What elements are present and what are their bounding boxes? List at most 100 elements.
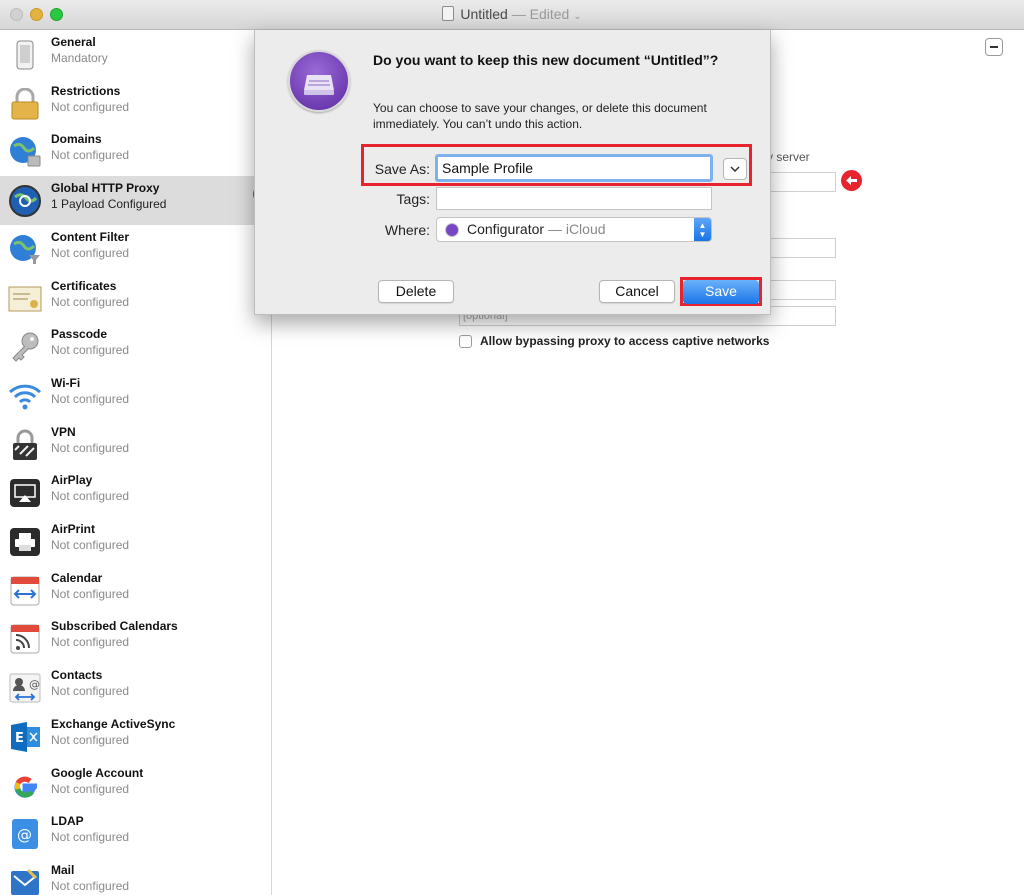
sidebar-item-title: Wi-Fi (51, 375, 81, 390)
key-icon (8, 330, 42, 364)
sidebar-item-calendar[interactable]: Calendar Not configured (0, 566, 271, 615)
error-arrow-icon (841, 170, 862, 191)
svg-text:@: @ (29, 678, 40, 691)
bypass-captive-checkbox[interactable] (459, 334, 472, 348)
apple-configurator-icon (288, 50, 350, 112)
svg-text:E: E (15, 731, 24, 746)
sidebar-item-subtitle: Not configured (51, 781, 130, 796)
sidebar-item-global-http-proxy[interactable]: Global HTTP Proxy 1 Payload Configured (0, 176, 271, 225)
save-as-label: Save As: (374, 161, 430, 177)
sidebar-item-restrictions[interactable]: Restrictions Not configured (0, 79, 271, 128)
sidebar-item-subtitle: Not configured (51, 391, 130, 406)
proxy-port-field[interactable] (761, 238, 836, 258)
vpn-lock-icon (8, 428, 42, 462)
globe-lock-icon (8, 135, 42, 169)
sidebar-item-subtitle: Not configured (51, 732, 130, 747)
subscribed-calendar-icon (8, 622, 42, 656)
delete-button[interactable]: Delete (378, 280, 454, 303)
svg-text:@: @ (17, 826, 32, 844)
where-label: Where: (384, 222, 430, 238)
mail-icon (8, 866, 42, 895)
where-folder-name: Configurator (467, 221, 545, 237)
sidebar-item-subtitle: Not configured (51, 148, 130, 163)
where-select[interactable]: Configurator — iCloud ▲ ▼ (436, 217, 712, 242)
sidebar-item-airprint[interactable]: AirPrint Not configured (0, 517, 271, 566)
sidebar-item-subtitle: Not configured (51, 343, 130, 358)
certificate-icon (8, 282, 42, 316)
save-button[interactable]: Save (683, 280, 759, 304)
printer-icon (8, 525, 42, 559)
sidebar-item-passcode[interactable]: Passcode Not configured (0, 322, 271, 371)
sidebar-item-title: VPN (51, 424, 76, 439)
where-separator: — (547, 221, 562, 237)
sidebar-item-content-filter[interactable]: Content Filter Not configured (0, 225, 271, 274)
chevron-down-icon (730, 166, 740, 172)
window-title-status: Edited (529, 6, 570, 22)
configurator-folder-icon (445, 223, 459, 237)
sidebar-item-domains[interactable]: Domains Not configured (0, 127, 271, 176)
sidebar-item-title: Content Filter (51, 229, 129, 244)
globe-filter-icon (8, 233, 42, 267)
sidebar-item-subtitle: Not configured (51, 440, 130, 455)
remove-payload-button[interactable] (985, 38, 1003, 56)
sidebar-item-title: Exchange ActiveSync (51, 716, 176, 731)
sidebar-item-airplay[interactable]: AirPlay Not configured (0, 468, 271, 517)
sidebar-item-title: LDAP (51, 814, 84, 829)
sidebar-item-title: Passcode (51, 327, 108, 342)
sidebar-item-title: Mail (51, 862, 75, 877)
ldap-icon: @ (8, 817, 42, 851)
google-icon (8, 769, 42, 803)
sidebar-item-subscribed-calendars[interactable]: Subscribed Calendars Not configured (0, 614, 271, 663)
where-location: iCloud (565, 221, 606, 237)
sidebar-item-subtitle: Not configured (51, 684, 130, 699)
minus-icon (990, 46, 998, 48)
sidebar-item-title: AirPlay (51, 473, 93, 488)
tags-label: Tags: (396, 191, 430, 207)
sidebar-item-ldap[interactable]: @ LDAP Not configured (0, 809, 271, 858)
bypass-captive-row[interactable]: Allow bypassing proxy to access captive … (459, 334, 769, 348)
sidebar-item-title: AirPrint (51, 522, 96, 536)
sidebar-item-mail[interactable]: Mail Not configured (0, 858, 271, 895)
sidebar-item-subtitle: Not configured (51, 489, 130, 504)
sidebar-item-subtitle: Not configured (51, 830, 130, 845)
sidebar-item-title: Global HTTP Proxy (51, 181, 160, 196)
save-as-input[interactable]: Sample Profile (435, 154, 713, 182)
proxy-username-field[interactable] (761, 280, 836, 300)
sidebar-item-certificates[interactable]: Certificates Not configured (0, 274, 271, 323)
exchange-icon: E (8, 720, 42, 754)
select-arrows-icon: ▲ ▼ (694, 218, 711, 241)
title-bar: Untitled — Edited ⌄ (0, 0, 1024, 30)
sidebar-item-title: General (51, 35, 96, 49)
sidebar-item-vpn[interactable]: VPN Not configured (0, 420, 271, 469)
globe-proxy-icon (8, 184, 42, 218)
cancel-button[interactable]: Cancel (599, 280, 675, 303)
sidebar-item-title: Contacts (51, 668, 103, 683)
sidebar-item-general[interactable]: General Mandatory (0, 30, 271, 79)
bypass-captive-label: Allow bypassing proxy to access captive … (480, 334, 770, 348)
sidebar-item-subtitle: Not configured (51, 245, 130, 260)
window-title-separator: — (511, 6, 526, 22)
sidebar-item-exchange-activesync[interactable]: E Exchange ActiveSync Not configured (0, 712, 271, 761)
sidebar-item-contacts[interactable]: @ Contacts Not configured (0, 663, 271, 712)
sidebar-item-wifi[interactable]: Wi-Fi Not configured (0, 371, 271, 420)
chevron-down-icon: ⌄ (573, 11, 582, 22)
sidebar-item-subtitle: Not configured (51, 635, 130, 650)
lock-icon (8, 87, 42, 121)
sidebar-item-title: Google Account (51, 765, 144, 780)
sidebar-item-subtitle: Not configured (51, 878, 130, 893)
sidebar-item-subtitle: 1 Payload Configured (51, 197, 167, 212)
general-icon (8, 38, 42, 72)
sidebar-item-subtitle: Not configured (51, 294, 130, 309)
dialog-message: You can choose to save your changes, or … (373, 101, 707, 131)
sidebar-item-title: Restrictions (51, 83, 121, 98)
sidebar-item-subtitle: Not configured (51, 586, 130, 601)
proxy-server-field[interactable] (761, 172, 836, 192)
sidebar-item-subtitle: Not configured (51, 538, 130, 552)
sidebar-item-title: Subscribed Calendars (51, 619, 178, 634)
expand-dialog-button[interactable] (723, 158, 747, 180)
window-title-group[interactable]: Untitled — Edited ⌄ (0, 6, 1024, 22)
tags-input[interactable] (436, 187, 712, 210)
save-dialog: Do you want to keep this new document “U… (254, 30, 771, 315)
dialog-title: Do you want to keep this new document “U… (373, 52, 719, 68)
sidebar-item-google-account[interactable]: Google Account Not configured (0, 761, 271, 810)
